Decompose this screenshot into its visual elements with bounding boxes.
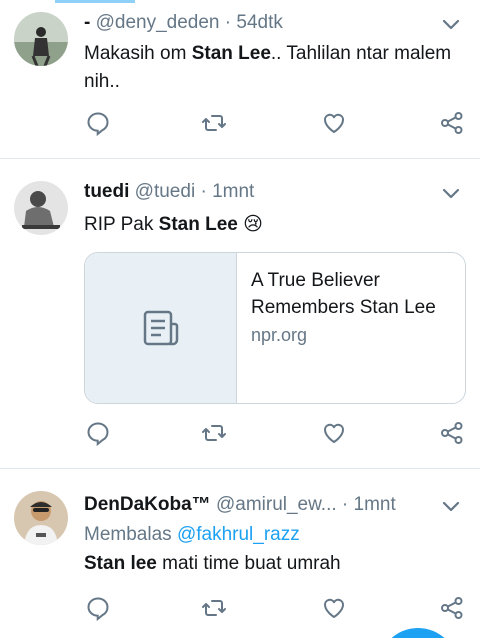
avatar[interactable] [14, 181, 68, 235]
tweet-header: tuedi @tuedi · 1mnt [84, 180, 432, 204]
display-name[interactable]: tuedi [84, 181, 129, 202]
user-handle[interactable]: @amirul_ew... [216, 494, 337, 515]
chevron-down-icon[interactable] [440, 13, 462, 35]
text-segment: mati time buat umrah [156, 553, 341, 574]
text-segment: RIP Pak [84, 214, 159, 235]
separator-dot: · [200, 181, 207, 202]
article-icon [143, 310, 178, 346]
tweet-3[interactable]: DenDaKoba™ @amirul_ew... · 1mnt Membalas… [0, 469, 480, 638]
tweet-text: Makasih om Stan Lee.. Tahlilan ntar male… [84, 40, 460, 96]
person-avatar-icon [14, 491, 68, 545]
share-icon [441, 112, 463, 134]
retweet-button[interactable] [199, 418, 229, 448]
retweet-button[interactable] [199, 593, 229, 623]
share-button[interactable] [437, 108, 467, 138]
separator-dot: · [224, 12, 232, 33]
like-icon [324, 423, 344, 443]
retweet-icon [202, 115, 226, 131]
tweet-actions [0, 108, 480, 138]
tweet-time: 54dtk [236, 12, 283, 33]
person-avatar-icon [14, 12, 68, 66]
tweet-header: - @deny_deden · 54dtk [84, 11, 432, 35]
tweet-header: DenDaKoba™ @amirul_ew... · 1mnt [84, 493, 432, 517]
card-title: A True Believer Remembers Stan Lee [251, 270, 436, 318]
chevron-down-icon[interactable] [440, 495, 462, 517]
avatar[interactable] [14, 12, 68, 66]
reply-icon [87, 597, 109, 621]
text-highlight: Stan lee [84, 553, 157, 574]
retweet-icon [202, 425, 226, 441]
retweet-button[interactable] [199, 108, 229, 138]
like-icon [324, 113, 344, 133]
user-handle[interactable]: @deny_deden [96, 12, 220, 33]
like-button[interactable] [319, 593, 349, 623]
text-segment: 😢 [237, 214, 263, 235]
reply-button[interactable] [83, 593, 113, 623]
reply-button[interactable] [83, 418, 113, 448]
share-button[interactable] [437, 593, 467, 623]
share-icon [441, 422, 463, 444]
person-avatar-icon [14, 181, 68, 235]
display-name[interactable]: DenDaKoba™ [84, 494, 211, 515]
link-card[interactable]: A True Believer Remembers Stan Lee npr.o… [84, 252, 466, 404]
separator-dot: · [341, 494, 349, 515]
tweet-time: 1mnt [212, 181, 255, 202]
text-highlight: Stan Lee [158, 214, 238, 235]
reply-label: Membalas [84, 524, 172, 545]
like-button[interactable] [319, 418, 349, 448]
share-icon [441, 597, 463, 619]
card-domain: npr.org [251, 325, 308, 345]
tweet-actions [0, 593, 480, 623]
tweet-time: 1mnt [353, 494, 396, 515]
text-highlight: Stan Lee [191, 43, 271, 64]
chevron-down-icon[interactable] [440, 182, 462, 204]
tweet-text: RIP Pak Stan Lee 😢 [84, 211, 460, 239]
text-segment: Makasih om [84, 43, 192, 64]
reply-icon [87, 112, 109, 136]
share-button[interactable] [437, 418, 467, 448]
tweet-text: Stan lee mati time buat umrah [84, 550, 460, 578]
retweet-icon [202, 600, 226, 616]
reply-mention-link[interactable]: @fakhrul_razz [177, 524, 300, 545]
reply-context: Membalas @fakhrul_razz [84, 523, 300, 547]
reply-icon [87, 422, 109, 446]
user-handle[interactable]: @tuedi [135, 181, 196, 202]
tweet-1[interactable]: - @deny_deden · 54dtk Makasih om Stan Le… [0, 0, 480, 158]
tweet-2[interactable]: tuedi @tuedi · 1mnt RIP Pak Stan Lee 😢 A… [0, 159, 480, 467]
like-button[interactable] [319, 108, 349, 138]
tweet-actions [0, 418, 480, 448]
like-icon [324, 598, 344, 618]
reply-button[interactable] [83, 108, 113, 138]
display-name: - [84, 12, 91, 33]
avatar[interactable] [14, 491, 68, 545]
card-thumbnail [85, 253, 237, 403]
